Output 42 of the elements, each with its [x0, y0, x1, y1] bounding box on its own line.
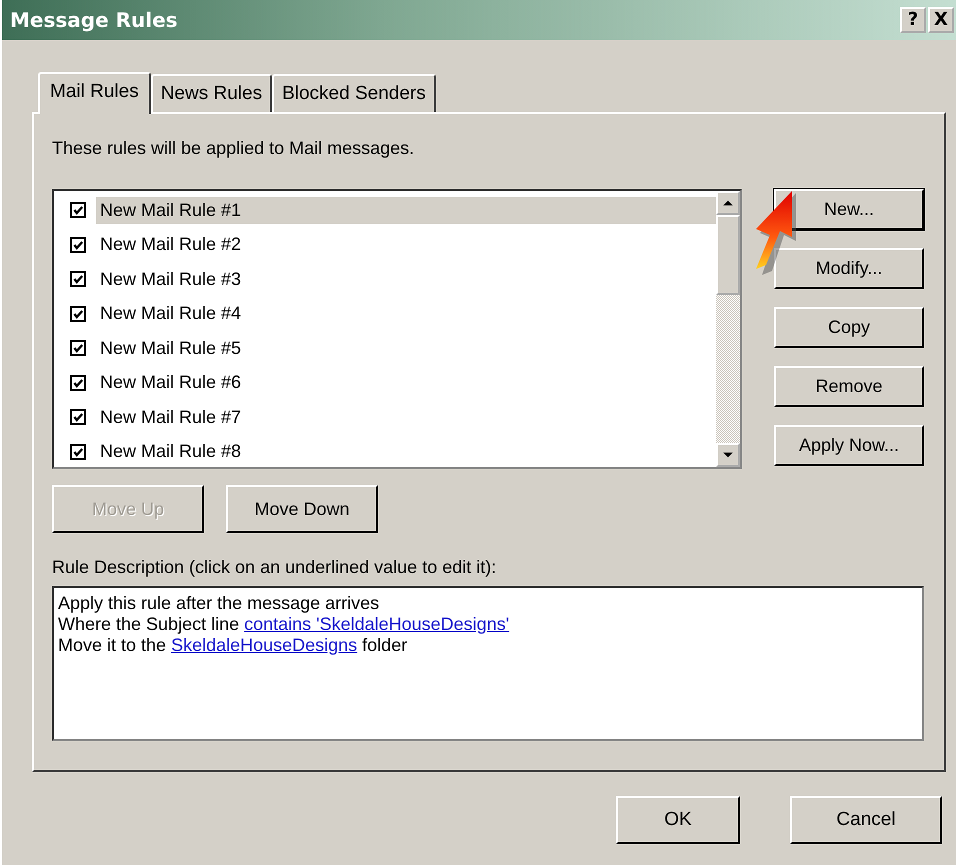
list-item[interactable]: New Mail Rule #1: [96, 196, 716, 224]
scroll-down-icon[interactable]: [716, 443, 740, 467]
dialog-button[interactable]: Copy: [774, 307, 924, 348]
list-item[interactable]: New Mail Rule #6: [96, 369, 716, 396]
description-text: Apply this rule after the message arrives: [58, 593, 380, 614]
scrollbar[interactable]: [716, 191, 740, 467]
description-text: Where the Subject line: [58, 614, 240, 635]
tab[interactable]: Mail Rules: [38, 72, 151, 114]
dialog-button[interactable]: Modify...: [774, 248, 924, 289]
tab[interactable]: News Rules: [150, 74, 272, 112]
list-item[interactable]: New Mail Rule #2: [96, 231, 716, 258]
checkbox[interactable]: [70, 236, 86, 253]
help-button[interactable]: ?: [900, 7, 926, 33]
window-title: Message Rules: [10, 8, 178, 32]
close-button[interactable]: X: [928, 7, 954, 33]
checkbox[interactable]: [70, 444, 86, 460]
checkbox[interactable]: [70, 374, 86, 391]
description-label: Rule Description (click on an underlined value to edit it):: [52, 557, 496, 578]
value-link[interactable]: SkeldaleHouseDesigns: [171, 635, 358, 656]
dialog-button[interactable]: Apply Now...: [774, 425, 924, 466]
list-item[interactable]: New Mail Rule #5: [96, 334, 716, 362]
dialog-button[interactable]: Cancel: [790, 796, 942, 844]
checkbox[interactable]: [70, 340, 86, 356]
list-item[interactable]: New Mail Rule #7: [96, 404, 716, 431]
tab[interactable]: Blocked Senders: [272, 74, 436, 112]
scroll-thumb[interactable]: [716, 215, 740, 295]
scroll-up-icon[interactable]: [716, 191, 740, 215]
dialog-button[interactable]: Remove: [774, 366, 924, 407]
description-text: Move it to the: [58, 635, 168, 656]
checkbox[interactable]: [70, 409, 86, 426]
list-item[interactable]: New Mail Rule #3: [96, 266, 716, 293]
checkbox[interactable]: [70, 271, 86, 288]
description-text: folder: [361, 635, 408, 656]
checkbox[interactable]: [70, 202, 86, 218]
dialog-button[interactable]: OK: [616, 796, 740, 844]
intro-text: These rules will be applied to Mail messages.: [52, 138, 414, 159]
dialog-button[interactable]: New...: [774, 189, 924, 230]
list-item[interactable]: New Mail Rule #8: [96, 438, 716, 466]
value-link[interactable]: contains 'SkeldaleHouseDesigns': [244, 614, 510, 635]
checkbox[interactable]: [70, 306, 86, 322]
list-item[interactable]: New Mail Rule #4: [96, 300, 716, 328]
move-button[interactable]: Move Down: [226, 485, 378, 533]
